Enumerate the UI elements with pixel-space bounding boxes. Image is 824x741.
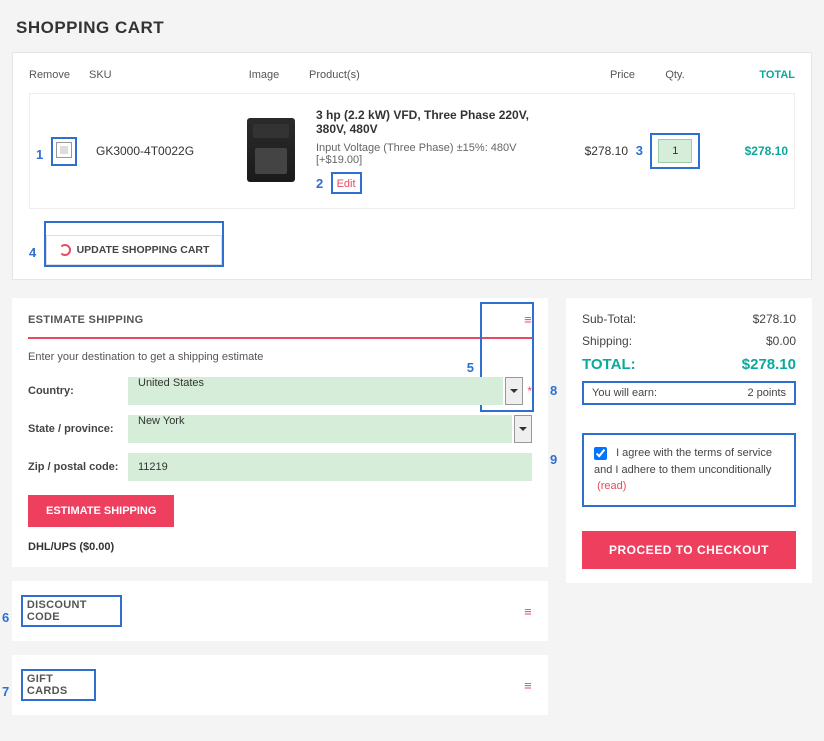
item-sku: GK3000-4T0022G [96, 144, 226, 158]
gift-cards-section: 7 GIFT CARDS ≡ [12, 655, 548, 715]
terms-read-link[interactable]: (read) [597, 480, 626, 492]
product-image [247, 118, 295, 182]
total-label: TOTAL: [582, 356, 636, 373]
cart-row: 1 GK3000-4T0022G 3 hp (2.2 kW) VFD, Thre… [29, 93, 795, 209]
country-label: Country: [28, 385, 128, 397]
callout-marker-5: 5 [467, 360, 474, 375]
item-price: $278.10 [548, 144, 628, 158]
country-select[interactable]: United States [128, 377, 503, 405]
estimate-shipping-section: ESTIMATE SHIPPING ≡ Enter your destinati… [12, 298, 548, 567]
product-option: Input Voltage (Three Phase) ±15%: 480V [… [316, 142, 548, 166]
discount-code-section: 6 DISCOUNT CODE ≡ [12, 581, 548, 641]
giftcards-heading: GIFT CARDS [27, 673, 68, 697]
section-toggle-icon[interactable]: ≡ [524, 678, 532, 693]
col-product-header: Product(s) [309, 69, 555, 81]
estimate-heading: ESTIMATE SHIPPING [28, 314, 144, 326]
section-divider [28, 337, 532, 339]
dropdown-arrow-icon[interactable] [514, 415, 532, 443]
callout-marker-9: 9 [550, 452, 557, 467]
edit-link[interactable]: Edit [337, 178, 356, 190]
state-label: State / province: [28, 423, 128, 435]
terms-checkbox[interactable] [594, 447, 607, 460]
proceed-checkout-button[interactable]: PROCEED TO CHECKOUT [582, 531, 796, 569]
terms-agree-box: I agree with the terms of service and I … [582, 433, 796, 507]
discount-heading: DISCOUNT CODE [27, 599, 87, 623]
shipping-value: $0.00 [766, 334, 796, 348]
col-sku-header: SKU [89, 69, 219, 81]
remove-checkbox[interactable] [56, 142, 72, 158]
shipping-method: DHL/UPS ($0.00) [28, 541, 532, 553]
totals-section: Sub-Total: $278.10 Shipping: $0.00 TOTAL… [566, 298, 812, 583]
cart-header-row: Remove SKU Image Product(s) Price Qty. T… [29, 65, 795, 93]
col-remove-header: Remove [29, 69, 89, 81]
callout-marker-7: 7 [2, 684, 10, 699]
callout-marker-6: 6 [2, 610, 10, 625]
cart-panel: Remove SKU Image Product(s) Price Qty. T… [12, 52, 812, 280]
page-title: SHOPPING CART [16, 18, 812, 38]
qty-input[interactable] [658, 139, 692, 163]
callout-marker-8: 8 [550, 383, 557, 398]
product-name: 3 hp (2.2 kW) VFD, Three Phase 220V, 380… [316, 108, 548, 136]
callout-marker-4: 4 [29, 245, 36, 260]
col-total-header: TOTAL [715, 69, 795, 81]
earn-value: 2 points [747, 387, 786, 399]
shipping-label: Shipping: [582, 334, 632, 348]
callout-marker-3: 3 [636, 143, 643, 158]
zip-input[interactable] [128, 453, 532, 481]
earn-label: You will earn: [592, 387, 657, 399]
earn-row: You will earn: 2 points [582, 381, 796, 405]
callout-marker-2: 2 [316, 176, 323, 191]
subtotal-label: Sub-Total: [582, 312, 636, 326]
terms-text: I agree with the terms of service and I … [594, 447, 772, 476]
col-price-header: Price [555, 69, 635, 81]
update-cart-button[interactable]: UPDATE SHOPPING CART [46, 235, 223, 265]
col-image-header: Image [219, 69, 309, 81]
total-value: $278.10 [742, 356, 796, 373]
zip-label: Zip / postal code: [28, 461, 128, 473]
state-select[interactable]: New York [128, 415, 512, 443]
item-total: $278.10 [708, 144, 788, 158]
required-indicator: * [527, 384, 532, 398]
callout-marker-1: 1 [36, 147, 43, 162]
col-qty-header: Qty. [635, 69, 715, 81]
update-cart-label: UPDATE SHOPPING CART [77, 244, 210, 256]
estimate-hint: Enter your destination to get a shipping… [28, 351, 532, 363]
dropdown-arrow-icon[interactable] [505, 377, 523, 405]
subtotal-value: $278.10 [753, 312, 796, 326]
refresh-icon [59, 244, 71, 256]
estimate-shipping-button[interactable]: ESTIMATE SHIPPING [28, 495, 174, 527]
section-toggle-icon[interactable]: ≡ [524, 604, 532, 619]
